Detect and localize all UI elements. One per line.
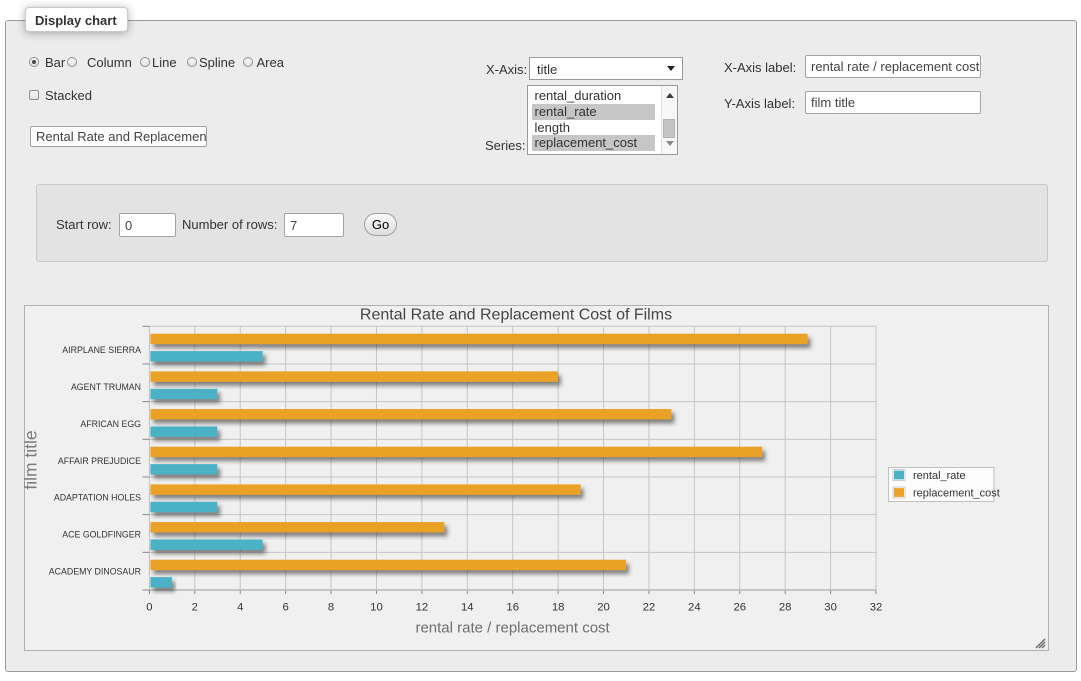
- svg-text:18: 18: [552, 602, 565, 614]
- svg-text:replacement_cost: replacement_cost: [913, 488, 1000, 500]
- svg-text:16: 16: [506, 602, 519, 614]
- svg-text:28: 28: [779, 602, 792, 614]
- svg-text:10: 10: [370, 602, 383, 614]
- svg-text:32: 32: [870, 602, 883, 614]
- svg-text:6: 6: [282, 602, 288, 614]
- svg-text:8: 8: [328, 602, 334, 614]
- svg-text:24: 24: [688, 602, 701, 614]
- svg-text:2: 2: [192, 602, 198, 614]
- svg-text:30: 30: [824, 602, 837, 614]
- svg-text:ACADEMY DINOSAUR: ACADEMY DINOSAUR: [49, 566, 141, 576]
- svg-text:AFRICAN EGG: AFRICAN EGG: [80, 419, 141, 429]
- svg-text:ACE GOLDFINGER: ACE GOLDFINGER: [62, 530, 141, 540]
- svg-text:AGENT TRUMAN: AGENT TRUMAN: [71, 382, 141, 392]
- svg-text:0: 0: [146, 602, 152, 614]
- svg-text:22: 22: [643, 602, 656, 614]
- svg-text:rental rate / replacement cost: rental rate / replacement cost: [415, 620, 610, 637]
- svg-text:ADAPTATION HOLES: ADAPTATION HOLES: [54, 493, 141, 503]
- svg-text:AIRPLANE SIERRA: AIRPLANE SIERRA: [62, 345, 141, 355]
- svg-text:20: 20: [597, 602, 610, 614]
- svg-text:Rental Rate and Replacement Co: Rental Rate and Replacement Cost of Film…: [360, 307, 672, 324]
- svg-text:14: 14: [461, 602, 474, 614]
- svg-text:film title: film title: [24, 430, 41, 489]
- svg-text:26: 26: [733, 602, 746, 614]
- svg-text:AFFAIR PREJUDICE: AFFAIR PREJUDICE: [58, 456, 141, 466]
- svg-text:rental_rate: rental_rate: [913, 470, 966, 482]
- svg-text:4: 4: [237, 602, 243, 614]
- svg-text:12: 12: [416, 602, 429, 614]
